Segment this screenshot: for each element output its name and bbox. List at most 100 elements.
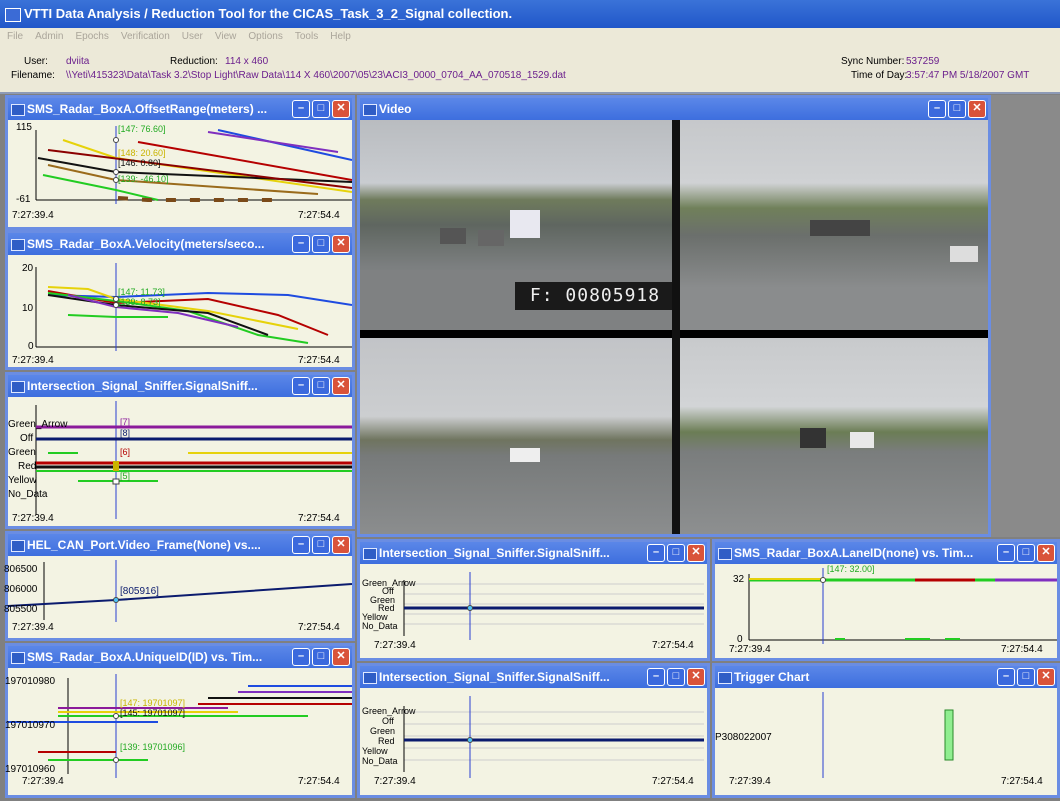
plot-area: Green_Arrow Off Green Red Yellow No_Data… — [360, 564, 707, 658]
minimize-button[interactable]: – — [997, 668, 1015, 686]
y-tick-0: 0 — [28, 341, 34, 352]
menu-view[interactable]: View — [208, 28, 242, 42]
state-label-no-data: No_Data — [8, 489, 48, 500]
velocity-pane[interactable]: SMS_Radar_BoxA.Velocity(meters/seco... –… — [5, 230, 355, 370]
menu-file[interactable]: File — [0, 28, 28, 42]
filename-label: Filename: — [11, 70, 55, 81]
data-label: [146: 0.80] — [118, 158, 161, 168]
x-tick-end: 7:27:54.4 — [298, 622, 340, 633]
pane-title: SMS_Radar_BoxA.LaneID(none) vs. Tim... — [734, 546, 974, 560]
minimize-button[interactable]: – — [647, 668, 665, 686]
maximize-button[interactable]: □ — [312, 235, 330, 253]
app-title: VTTI Data Analysis / Reduction Tool for … — [24, 6, 513, 21]
maximize-button[interactable]: □ — [1017, 544, 1035, 562]
state-label-yellow: Yellow — [8, 475, 37, 486]
pane-title-bar[interactable]: Intersection_Signal_Sniffer.SignalSniff.… — [360, 542, 707, 564]
unique-id-pane[interactable]: SMS_Radar_BoxA.UniqueID(ID) vs. Tim... –… — [5, 643, 355, 798]
trigger-event[interactable] — [944, 709, 954, 761]
close-button[interactable]: ✕ — [1037, 544, 1055, 562]
y-tick-top: 197010980 — [5, 676, 56, 687]
minimize-button[interactable]: – — [292, 648, 310, 666]
signal-sniffer-pane-3[interactable]: Intersection_Signal_Sniffer.SignalSniff.… — [357, 663, 710, 798]
pane-title-bar[interactable]: Intersection_Signal_Sniffer.SignalSniff.… — [8, 375, 352, 397]
video-pane[interactable]: Video – □ ✕ F: 00805918 — [357, 95, 991, 537]
x-tick-end: 7:27:54.4 — [652, 640, 694, 651]
pane-title-bar[interactable]: SMS_Radar_BoxA.LaneID(none) vs. Tim... –… — [715, 542, 1057, 564]
pane-title-bar[interactable]: SMS_Radar_BoxA.OffsetRange(meters) ... –… — [8, 98, 352, 120]
menu-options[interactable]: Options — [241, 28, 287, 42]
offset-range-pane[interactable]: SMS_Radar_BoxA.OffsetRange(meters) ... –… — [5, 95, 355, 230]
menu-help[interactable]: Help — [323, 28, 356, 42]
state-label-off: Off — [20, 433, 34, 444]
menu-epochs[interactable]: Epochs — [68, 28, 113, 42]
state-label-red: Red — [378, 736, 395, 746]
y-tick-806000: 806000 — [4, 584, 38, 595]
close-button[interactable]: ✕ — [687, 544, 705, 562]
minimize-button[interactable]: – — [647, 544, 665, 562]
data-label: [5] — [120, 471, 131, 481]
pane-title-bar[interactable]: HEL_CAN_Port.Video_Frame(None) vs.... – □… — [8, 534, 352, 556]
camera-right-view — [680, 120, 988, 330]
series-line — [207, 131, 339, 153]
close-button[interactable]: ✕ — [332, 100, 350, 118]
x-tick-end: 7:27:54.4 — [298, 210, 340, 221]
close-button[interactable]: ✕ — [968, 100, 986, 118]
menu-user[interactable]: User — [175, 28, 208, 42]
maximize-button[interactable]: □ — [948, 100, 966, 118]
car — [510, 448, 540, 462]
x-tick-start: 7:27:39.4 — [729, 644, 771, 655]
maximize-button[interactable]: □ — [667, 668, 685, 686]
pane-title: Trigger Chart — [734, 670, 810, 684]
menu-verification[interactable]: Verification — [114, 28, 175, 42]
marker — [113, 713, 119, 719]
minimize-button[interactable]: – — [997, 544, 1015, 562]
trigger-chart-pane[interactable]: Trigger Chart – □ ✕ P308022007 7:27:39.4 7… — [712, 663, 1060, 798]
signal-sniffer-pane-1[interactable]: Intersection_Signal_Sniffer.SignalSniff.… — [5, 372, 355, 529]
maximize-button[interactable]: □ — [1017, 668, 1035, 686]
pane-title-bar[interactable]: SMS_Radar_BoxA.Velocity(meters/seco... –… — [8, 233, 352, 255]
maximize-button[interactable]: □ — [312, 536, 330, 554]
window-icon — [363, 104, 377, 116]
marker — [113, 597, 119, 603]
plot-area: 197010980 197010970 197010960 7:27:39.4 … — [5, 668, 352, 795]
signal-sniffer-pane-2[interactable]: Intersection_Signal_Sniffer.SignalSniff.… — [357, 539, 710, 661]
maximize-button[interactable]: □ — [312, 648, 330, 666]
app-icon — [5, 8, 21, 22]
time-of-day-value: 3:57:47 PM 5/18/2007 GMT — [906, 70, 1030, 81]
pane-title: Intersection_Signal_Sniffer.SignalSniff.… — [379, 546, 610, 560]
minimize-button[interactable]: – — [928, 100, 946, 118]
minimize-button[interactable]: – — [292, 235, 310, 253]
window-icon — [718, 548, 732, 560]
maximize-button[interactable]: □ — [667, 544, 685, 562]
state-label-green-arrow: Green_Arrow — [362, 706, 416, 716]
lane-id-pane[interactable]: SMS_Radar_BoxA.LaneID(none) vs. Tim... –… — [712, 539, 1060, 661]
data-label: [139: 8.73] — [118, 297, 161, 307]
data-label: [147: 19701097] — [120, 698, 186, 708]
close-button[interactable]: ✕ — [1037, 668, 1055, 686]
pane-title-bar[interactable]: Intersection_Signal_Sniffer.SignalSniff.… — [360, 666, 707, 688]
pane-title-bar[interactable]: SMS_Radar_BoxA.UniqueID(ID) vs. Tim... –… — [8, 646, 352, 668]
frame-counter: F: 00805918 — [515, 282, 675, 310]
maximize-button[interactable]: □ — [312, 377, 330, 395]
close-button[interactable]: ✕ — [332, 377, 350, 395]
menu-tools[interactable]: Tools — [288, 28, 323, 42]
state-label-green-arrow: Green_Arrow — [8, 419, 68, 430]
pane-title: Intersection_Signal_Sniffer.SignalSniff.… — [379, 670, 610, 684]
maximize-button[interactable]: □ — [312, 100, 330, 118]
menu-admin[interactable]: Admin — [28, 28, 68, 42]
close-button[interactable]: ✕ — [332, 235, 350, 253]
minimize-button[interactable]: – — [292, 536, 310, 554]
close-button[interactable]: ✕ — [687, 668, 705, 686]
car — [800, 428, 826, 448]
data-label: [139: -46.10] — [118, 174, 169, 184]
minimize-button[interactable]: – — [292, 100, 310, 118]
close-button[interactable]: ✕ — [332, 648, 350, 666]
close-button[interactable]: ✕ — [332, 536, 350, 554]
sync-label: Sync Number: — [841, 56, 905, 67]
pane-title-bar[interactable]: Video – □ ✕ — [360, 98, 988, 120]
filename-value: \\Yeti\415323\Data\Task 3.2\Stop Light\R… — [66, 70, 566, 81]
pane-title-bar[interactable]: Trigger Chart – □ ✕ — [715, 666, 1057, 688]
can-video-frame-pane[interactable]: HEL_CAN_Port.Video_Frame(None) vs.... – □… — [4, 531, 355, 641]
state-label-yellow: Yellow — [362, 746, 388, 756]
minimize-button[interactable]: – — [292, 377, 310, 395]
